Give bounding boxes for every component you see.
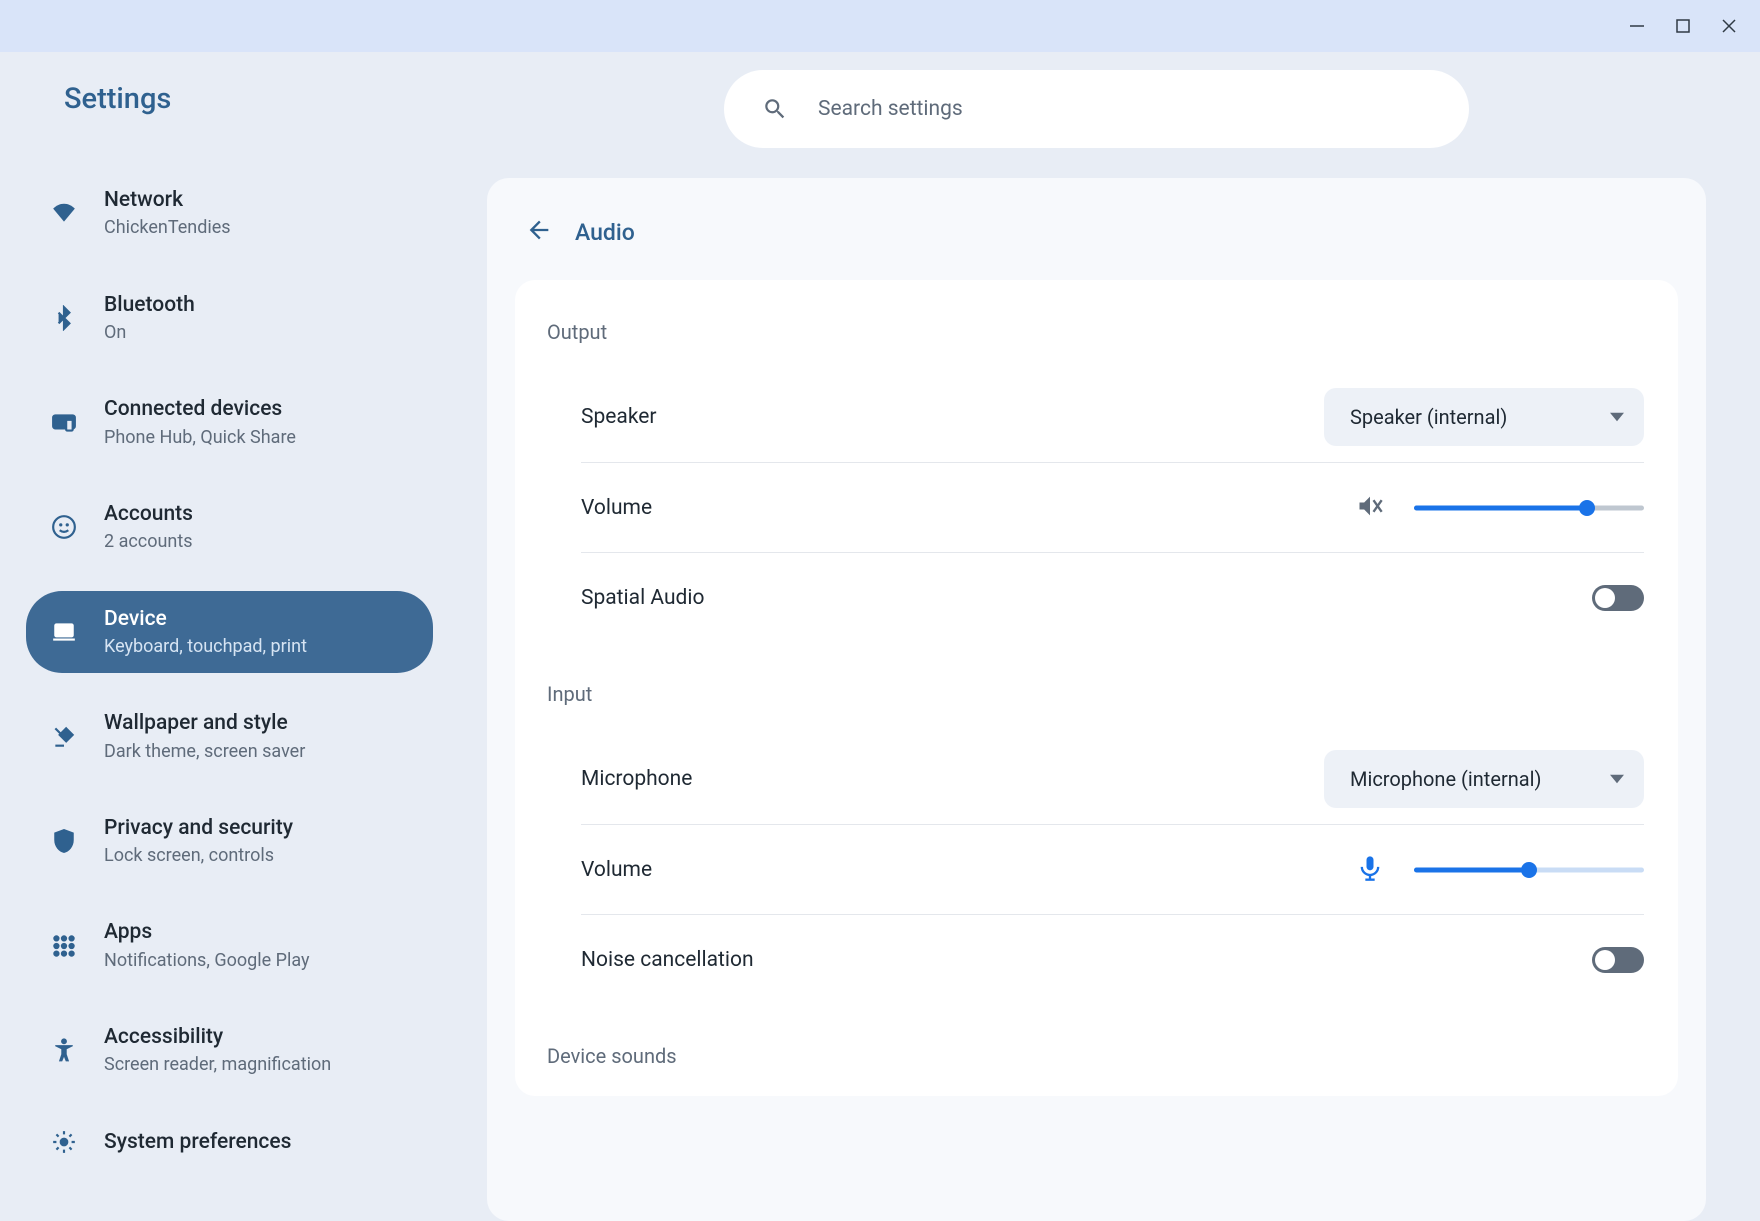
window-titlebar (0, 0, 1760, 52)
microphone-row: Microphone Microphone (internal) (581, 734, 1644, 824)
section-title-input: Input (515, 682, 1678, 734)
speaker-dropdown[interactable]: Speaker (internal) (1324, 388, 1644, 446)
noise-cancellation-row: Noise cancellation (581, 914, 1644, 1004)
sidebar-item-label: System preferences (104, 1128, 291, 1156)
section-title-device-sounds: Device sounds (515, 1044, 1678, 1096)
sidebar-item-sub: Phone Hub, Quick Share (104, 426, 296, 450)
sidebar-item-accessibility[interactable]: Accessibility Screen reader, magnificati… (26, 1009, 433, 1092)
output-volume-label: Volume (581, 496, 652, 520)
settings-panel: Output Speaker Speaker (internal) Volume (515, 280, 1678, 1096)
window-maximize-button[interactable] (1660, 6, 1706, 46)
output-volume-slider[interactable] (1414, 498, 1644, 518)
account-icon (50, 513, 78, 541)
shield-icon (50, 827, 78, 855)
microphone-label: Microphone (581, 767, 692, 791)
sidebar-item-label: Network (104, 186, 231, 214)
sidebar-item-device[interactable]: Device Keyboard, touchpad, print (26, 591, 433, 674)
sidebar-item-system[interactable]: System preferences (26, 1114, 433, 1170)
sidebar: Settings Network ChickenTendies Bluetoot… (0, 52, 487, 1221)
noise-cancellation-label: Noise cancellation (581, 948, 754, 972)
sidebar-item-bluetooth[interactable]: Bluetooth On (26, 277, 433, 360)
window-close-button[interactable] (1706, 6, 1752, 46)
input-volume-label: Volume (581, 858, 652, 882)
speaker-row: Speaker Speaker (internal) (581, 372, 1644, 462)
devices-icon (50, 409, 78, 437)
sidebar-item-label: Bluetooth (104, 291, 195, 319)
sidebar-item-sub: 2 accounts (104, 530, 193, 554)
sidebar-item-label: Apps (104, 918, 310, 946)
search-icon (762, 96, 788, 122)
sidebar-item-network[interactable]: Network ChickenTendies (26, 172, 433, 255)
bluetooth-icon (50, 304, 78, 332)
accessibility-icon (50, 1036, 78, 1064)
sidebar-item-accounts[interactable]: Accounts 2 accounts (26, 486, 433, 569)
sidebar-item-apps[interactable]: Apps Notifications, Google Play (26, 904, 433, 987)
sidebar-item-privacy[interactable]: Privacy and security Lock screen, contro… (26, 800, 433, 883)
app-title: Settings (0, 82, 487, 172)
spatial-audio-toggle[interactable] (1592, 585, 1644, 611)
noise-cancellation-toggle[interactable] (1592, 947, 1644, 973)
window-minimize-button[interactable] (1614, 6, 1660, 46)
speaker-value: Speaker (internal) (1350, 405, 1507, 429)
speaker-label: Speaker (581, 405, 657, 429)
wifi-icon (50, 199, 78, 227)
sidebar-item-sub: Dark theme, screen saver (104, 740, 305, 764)
sidebar-item-sub: Lock screen, controls (104, 844, 293, 868)
input-volume-row: Volume (581, 824, 1644, 914)
microphone-value: Microphone (internal) (1350, 767, 1541, 791)
sidebar-item-wallpaper[interactable]: Wallpaper and style Dark theme, screen s… (26, 695, 433, 778)
apps-grid-icon (50, 932, 78, 960)
sidebar-item-label: Connected devices (104, 395, 296, 423)
page-title: Audio (575, 219, 635, 246)
input-volume-slider[interactable] (1414, 860, 1644, 880)
main-area: Search settings Audio Output Speaker Spe… (487, 52, 1760, 1221)
sidebar-item-label: Wallpaper and style (104, 709, 305, 737)
sidebar-item-sub: On (104, 321, 195, 345)
microphone-dropdown[interactable]: Microphone (internal) (1324, 750, 1644, 808)
section-title-output: Output (515, 320, 1678, 372)
output-volume-row: Volume (581, 462, 1644, 552)
sidebar-item-sub: Screen reader, magnification (104, 1053, 331, 1077)
sidebar-item-label: Device (104, 605, 307, 633)
style-icon (50, 723, 78, 751)
sidebar-item-label: Accounts (104, 500, 193, 528)
volume-mute-icon[interactable] (1356, 492, 1384, 524)
sidebar-item-sub: ChickenTendies (104, 216, 231, 240)
sidebar-item-label: Privacy and security (104, 814, 293, 842)
spatial-audio-label: Spatial Audio (581, 586, 705, 610)
nav-list: Network ChickenTendies Bluetooth On (0, 172, 487, 1170)
dropdown-arrow-icon (1610, 772, 1624, 786)
sidebar-item-connected-devices[interactable]: Connected devices Phone Hub, Quick Share (26, 381, 433, 464)
content-card: Audio Output Speaker Speaker (internal) … (487, 178, 1706, 1221)
dropdown-arrow-icon (1610, 410, 1624, 424)
back-button[interactable] (525, 216, 553, 248)
gear-icon (50, 1128, 78, 1156)
search-input[interactable]: Search settings (724, 70, 1469, 148)
sidebar-item-sub: Notifications, Google Play (104, 949, 310, 973)
search-placeholder: Search settings (818, 97, 963, 121)
spatial-audio-row: Spatial Audio (581, 552, 1644, 642)
arrow-left-icon (525, 216, 553, 244)
sidebar-item-sub: Keyboard, touchpad, print (104, 635, 307, 659)
sidebar-item-label: Accessibility (104, 1023, 331, 1051)
laptop-icon (50, 618, 78, 646)
microphone-icon[interactable] (1356, 854, 1384, 886)
